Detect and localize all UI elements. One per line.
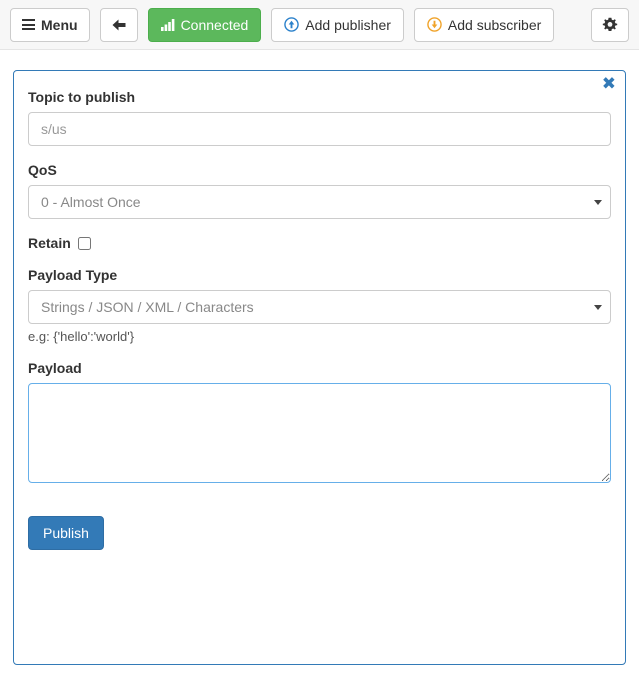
connection-status-label: Connected bbox=[180, 16, 249, 33]
add-publisher-label: Add publisher bbox=[305, 16, 391, 33]
toolbar: Menu Connected Add publisher Add subscri… bbox=[0, 0, 639, 50]
publisher-form: Topic to publish QoS 0 - Almost Once Ret… bbox=[14, 71, 625, 564]
publisher-panel: ✖ Topic to publish QoS 0 - Almost Once R… bbox=[13, 70, 626, 665]
back-button[interactable] bbox=[99, 7, 138, 42]
payload-type-label: Payload Type bbox=[28, 267, 118, 283]
add-subscriber-label: Add subscriber bbox=[447, 16, 542, 33]
retain-field-group: Retain bbox=[28, 235, 611, 251]
circle-arrow-down-icon bbox=[427, 17, 442, 32]
topic-field-group: Topic to publish bbox=[28, 89, 611, 146]
qos-select[interactable]: 0 - Almost Once bbox=[28, 185, 611, 219]
publish-button[interactable]: Publish bbox=[28, 516, 104, 550]
gear-icon bbox=[602, 17, 618, 33]
add-subscriber-button[interactable]: Add subscriber bbox=[413, 7, 555, 42]
qos-select-wrap: 0 - Almost Once bbox=[28, 185, 611, 219]
payload-type-select-wrap: Strings / JSON / XML / Characters bbox=[28, 290, 611, 324]
retain-label: Retain bbox=[28, 235, 71, 251]
settings-button[interactable] bbox=[591, 7, 629, 42]
close-icon[interactable]: ✖ bbox=[602, 76, 616, 93]
payload-type-select[interactable]: Strings / JSON / XML / Characters bbox=[28, 290, 611, 324]
retain-checkbox[interactable] bbox=[77, 236, 91, 250]
topic-label: Topic to publish bbox=[28, 89, 136, 105]
payload-field-group: Payload bbox=[28, 360, 611, 483]
payload-textarea[interactable] bbox=[28, 383, 611, 483]
hamburger-icon bbox=[22, 19, 35, 30]
connection-status-button[interactable]: Connected bbox=[147, 7, 262, 42]
qos-field-group: QoS 0 - Almost Once bbox=[28, 162, 611, 219]
payload-type-field-group: Payload Type Strings / JSON / XML / Char… bbox=[28, 267, 611, 344]
topic-input[interactable] bbox=[28, 112, 611, 146]
payload-label: Payload bbox=[28, 360, 82, 376]
menu-button-label: Menu bbox=[41, 16, 78, 33]
menu-button[interactable]: Menu bbox=[10, 7, 90, 42]
arrow-left-icon bbox=[111, 18, 127, 32]
add-publisher-button[interactable]: Add publisher bbox=[271, 7, 404, 42]
payload-type-help-text: e.g: {'hello':'world'} bbox=[28, 329, 135, 344]
circle-arrow-up-icon bbox=[284, 17, 300, 32]
signal-bars-icon bbox=[160, 18, 175, 31]
qos-label: QoS bbox=[28, 162, 57, 178]
